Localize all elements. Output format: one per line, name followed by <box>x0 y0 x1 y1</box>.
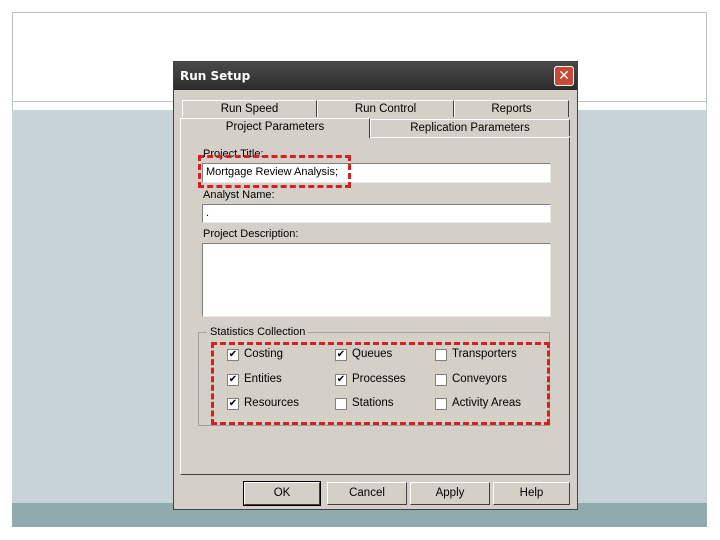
project-description-label: Project Description: <box>203 228 299 240</box>
panel-content: Project Title: Mortgage Review Analysis;… <box>174 62 577 509</box>
analyst-name-input[interactable]: . <box>202 204 551 223</box>
help-button[interactable]: Help <box>493 482 570 505</box>
statistics-collection-label: Statistics Collection <box>207 326 309 338</box>
project-description-input[interactable] <box>202 243 551 317</box>
run-setup-dialog: Run Setup ✕ Run Speed Run Control Report… <box>173 61 578 510</box>
apply-button[interactable]: Apply <box>410 482 490 505</box>
project-title-highlight <box>198 155 351 188</box>
statistics-highlight <box>211 342 550 425</box>
cancel-button[interactable]: Cancel <box>327 482 407 505</box>
analyst-name-label: Analyst Name: <box>203 189 275 201</box>
ok-button[interactable]: OK <box>243 481 321 506</box>
